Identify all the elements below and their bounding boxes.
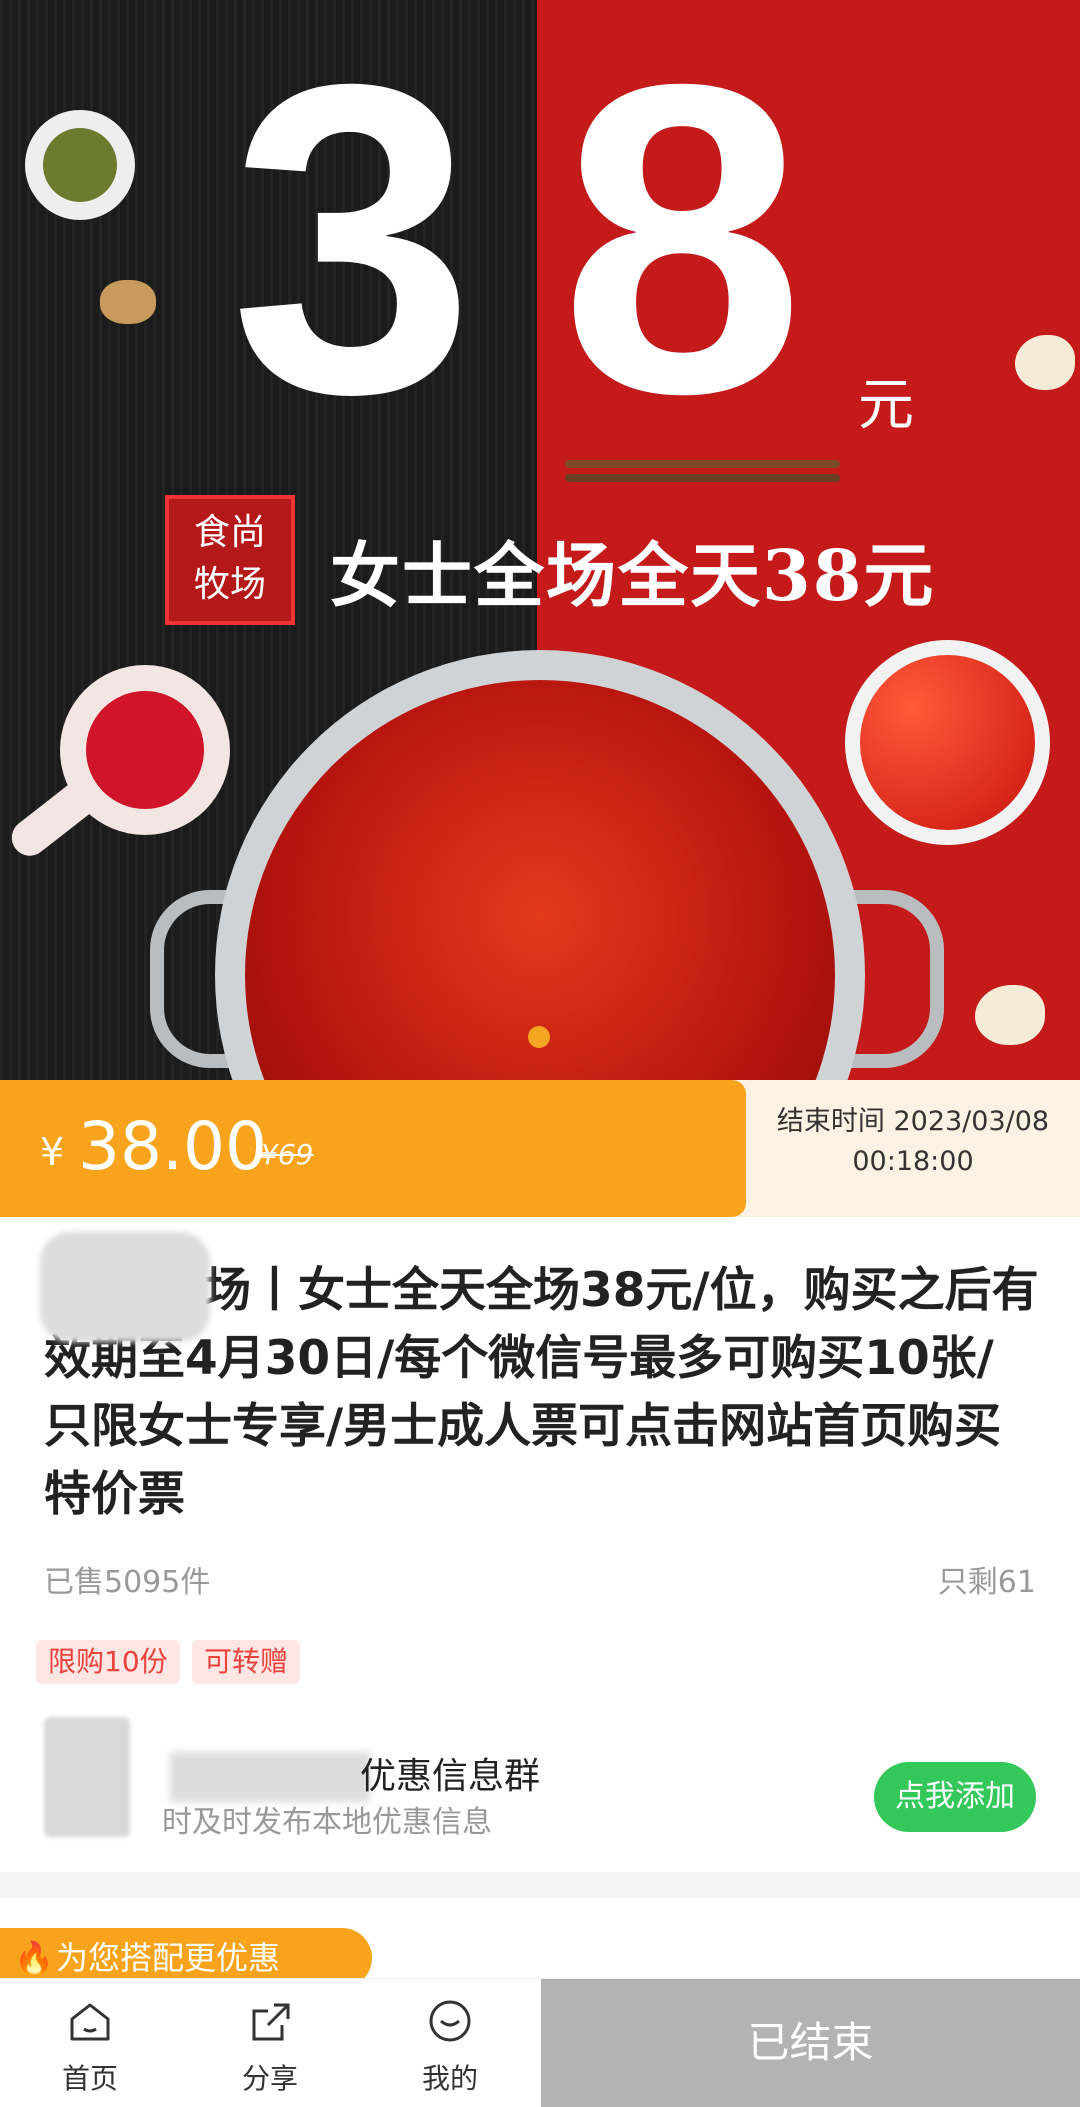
current-price: 38.00 <box>78 1108 267 1185</box>
chopsticks-image <box>565 460 840 468</box>
carousel-indicator-dot[interactable] <box>528 1026 550 1048</box>
walnut-image <box>100 280 156 324</box>
share-icon <box>252 2003 290 2041</box>
banner-digit-8: 8 <box>560 0 805 485</box>
herb-bowl-image <box>25 110 135 220</box>
sold-count: 已售5095件 <box>44 1565 211 1600</box>
banner-unit: 元 <box>858 373 914 438</box>
ended-button[interactable]: 已结束 <box>541 1979 1080 2107</box>
tag-purchase-limit: 限购10份 <box>36 1640 180 1684</box>
price-bar: ¥ 38.00 ¥69 结束时间 2023/03/08 00:18:00 <box>0 1080 1080 1217</box>
blurred-region <box>170 1752 370 1802</box>
garlic-image <box>1015 335 1075 390</box>
original-price: ¥69 <box>260 1138 314 1171</box>
group-title: 优惠信息群 <box>360 1756 541 1797</box>
product-info: 场丨女士全天全场38元/位，购买之后有效期至4月30日/每个微信号最多可购买10… <box>0 1217 1080 1872</box>
nav-share-label: 分享 <box>241 2062 298 2095</box>
nav-home[interactable]: 首页 <box>0 1979 180 2107</box>
remaining-stock: 只剩61 <box>937 1565 1036 1600</box>
combo-label: 为您搭配更优惠 <box>56 1939 281 1977</box>
currency-symbol: ¥ <box>40 1130 65 1174</box>
smile-icon <box>429 2000 471 2042</box>
nav-mine[interactable]: 我的 <box>360 1979 540 2107</box>
nav-mine-label: 我的 <box>421 2062 478 2095</box>
tag-transferable: 可转赠 <box>192 1640 301 1684</box>
add-group-button[interactable]: 点我添加 <box>874 1762 1036 1832</box>
nav-home-label: 首页 <box>61 2062 118 2095</box>
chili-bowl-image <box>845 640 1050 845</box>
home-icon <box>70 2003 110 2041</box>
bottom-bar: 首页 分享 我的 已结束 <box>0 1978 1080 2107</box>
banner-digit-3: 3 <box>230 0 475 485</box>
group-subtitle: 时及时发布本地优惠信息 <box>162 1805 492 1840</box>
banner-slogan: 女士全场全天38元 <box>330 534 936 617</box>
group-avatar <box>44 1717 130 1837</box>
brand-seal-logo: 食尚 牧场 <box>165 495 295 625</box>
price-panel: ¥ 38.00 ¥69 <box>0 1080 746 1217</box>
nav-share[interactable]: 分享 <box>180 1979 360 2107</box>
garlic-image-2 <box>975 985 1045 1045</box>
end-time-clock: 00:18:00 <box>852 1146 974 1177</box>
blurred-region <box>40 1232 210 1342</box>
end-time-date: 结束时间 2023/03/08 <box>776 1106 1050 1137</box>
end-time: 结束时间 2023/03/08 00:18:00 <box>768 1102 1058 1182</box>
product-banner: 3 8 元 食尚 牧场 女士全场全天38元 <box>0 0 1080 1080</box>
